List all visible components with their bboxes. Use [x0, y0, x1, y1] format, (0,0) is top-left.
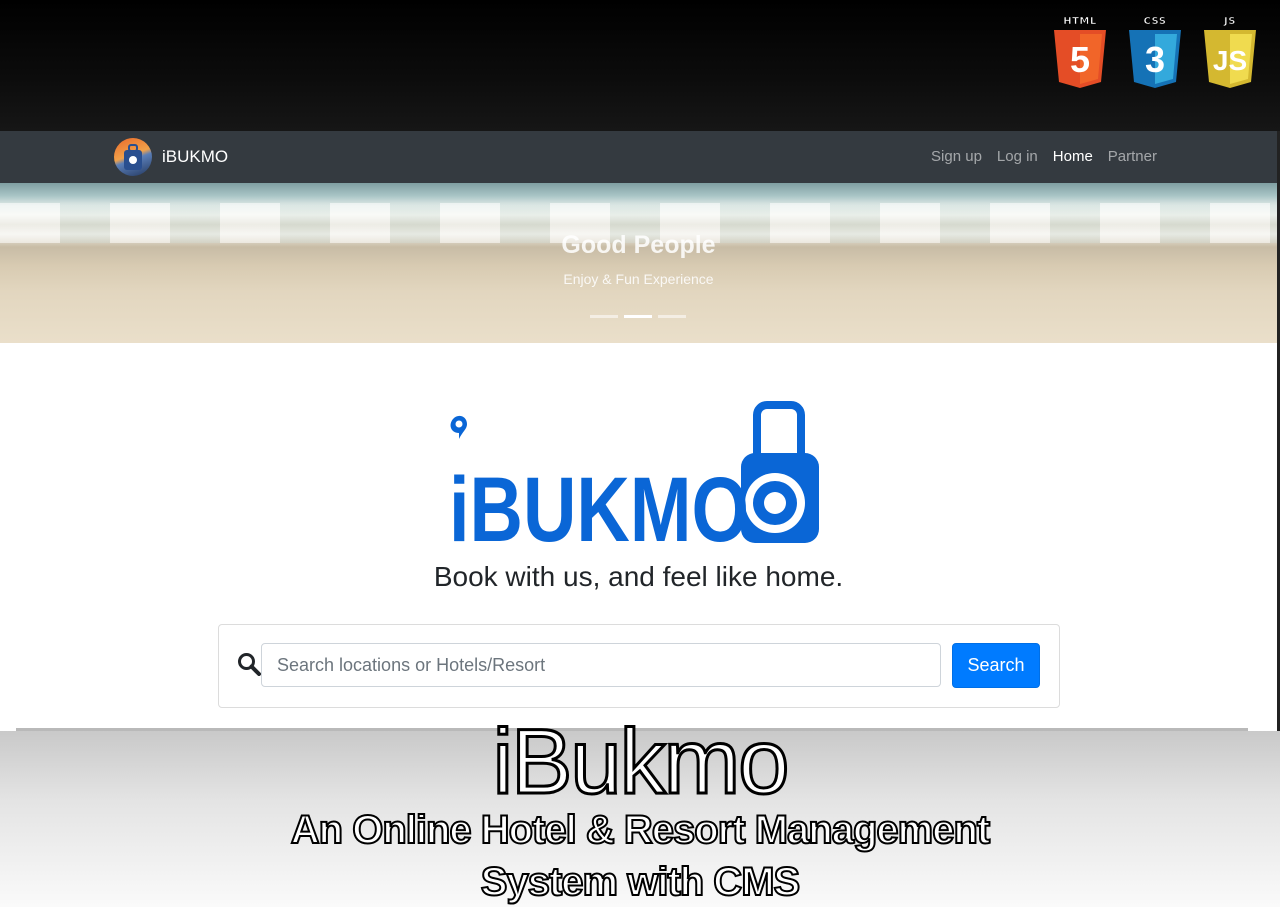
- html5-glyph: 5: [1070, 39, 1090, 80]
- nav-links: Sign up Log in Home Partner: [931, 148, 1157, 165]
- html5-badge: HTML 5: [1052, 16, 1108, 90]
- search-card: Search: [218, 624, 1060, 708]
- search-icon: [238, 653, 261, 676]
- carousel-indicator-1[interactable]: [590, 315, 618, 318]
- hero-subtitle: Enjoy & Fun Experience: [563, 271, 714, 287]
- ibukmo-logo: iBUKMO: [445, 401, 825, 561]
- nav-login[interactable]: Log in: [997, 148, 1038, 165]
- css3-caption: CSS: [1143, 16, 1167, 28]
- js-caption: JS: [1224, 16, 1236, 28]
- html5-icon: 5: [1054, 30, 1106, 88]
- js-glyph: JS: [1213, 45, 1247, 76]
- caption-line-1: An Online Hotel & Resort Management: [290, 808, 991, 852]
- css3-badge: CSS 3: [1127, 16, 1183, 90]
- logo-wordmark: iBUKMO: [449, 459, 749, 551]
- carousel-indicator-3[interactable]: [658, 315, 686, 318]
- html5-caption: HTML: [1063, 16, 1097, 28]
- js-badge: JS JS: [1202, 16, 1258, 90]
- js-icon: JS: [1204, 30, 1256, 88]
- caption-line-2: System with CMS: [480, 860, 801, 904]
- hero-title: Good People: [561, 231, 716, 259]
- navbar: iBUKMO Sign up Log in Home Partner: [0, 131, 1277, 183]
- nav-signup[interactable]: Sign up: [931, 148, 982, 165]
- brand-logo-icon[interactable]: [114, 138, 152, 176]
- tagline: Book with us, and feel like home.: [433, 561, 844, 592]
- search-input[interactable]: [261, 643, 941, 687]
- brand-name[interactable]: iBUKMO: [162, 147, 228, 167]
- css3-icon: 3: [1129, 30, 1181, 88]
- hero-carousel[interactable]: Good People Enjoy & Fun Experience: [0, 183, 1277, 343]
- carousel-indicators: [590, 315, 686, 318]
- website-screenshot: iBUKMO Sign up Log in Home Partner Good …: [0, 131, 1277, 731]
- carousel-indicator-2[interactable]: [624, 315, 652, 318]
- css3-glyph: 3: [1145, 39, 1165, 80]
- caption-title: iBukmo: [491, 711, 791, 813]
- nav-home[interactable]: Home: [1053, 148, 1093, 165]
- search-button[interactable]: Search: [952, 643, 1040, 688]
- nav-partner[interactable]: Partner: [1108, 148, 1157, 165]
